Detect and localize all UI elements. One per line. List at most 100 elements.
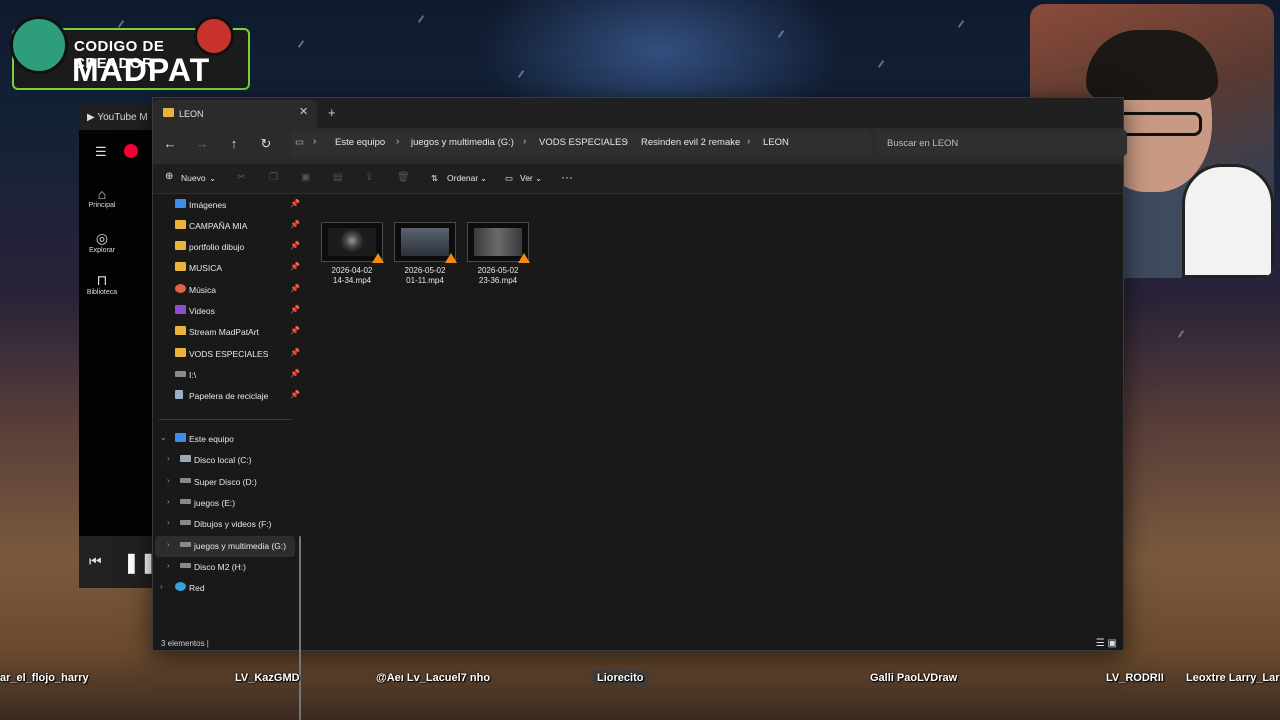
sidebar-item-drive-g[interactable]: › juegos y multimedia (G:) bbox=[155, 536, 295, 557]
sidebar-item-portfolio-dibujo[interactable]: portfolio dibujo 📌 bbox=[159, 237, 305, 258]
sidebar-item-drive-h[interactable]: › Disco M2 (H:) bbox=[153, 557, 299, 578]
sidebar-item-drive-c[interactable]: › Disco local (C:) bbox=[153, 450, 299, 471]
search-input[interactable]: Buscar en LEON bbox=[877, 130, 1127, 156]
cut-icon[interactable]: ✂ bbox=[237, 172, 245, 183]
sort-button[interactable]: Ordenar bbox=[447, 173, 478, 183]
background-particle bbox=[117, 20, 125, 28]
folder-icon bbox=[175, 241, 186, 250]
share-icon[interactable]: ⇪ bbox=[365, 172, 373, 183]
background-particle bbox=[777, 30, 785, 38]
plus-circle-icon: ⊕ bbox=[165, 171, 174, 182]
rename-icon[interactable]: ▤ bbox=[333, 172, 342, 183]
explorer-tab[interactable]: LEON bbox=[153, 100, 317, 128]
address-bar[interactable]: ▭ › Este equipo › juegos y multimedia (G… bbox=[291, 130, 871, 156]
sidebar-item-drive-i[interactable]: I:\ 📌 bbox=[159, 365, 305, 386]
breadcrumb-item[interactable]: Resinden evil 2 remake bbox=[641, 137, 740, 148]
view-toggle: ☰ ▣ bbox=[1096, 638, 1117, 649]
sidebar-item-label: Este equipo bbox=[189, 434, 234, 444]
hamburger-menu-icon[interactable]: ☰ bbox=[95, 144, 107, 160]
pin-icon: 📌 bbox=[290, 369, 300, 378]
copy-icon[interactable]: ❐ bbox=[269, 172, 278, 183]
sidebar-item-este-equipo[interactable]: ⌄ Este equipo bbox=[153, 429, 299, 450]
background-particle bbox=[1177, 330, 1185, 338]
back-arrow-icon[interactable]: ← bbox=[160, 136, 180, 151]
background-particle bbox=[517, 70, 525, 78]
sidebar-item-label: Papelera de reciclaje bbox=[189, 391, 269, 401]
sidebar-item-drive-d[interactable]: › Super Disco (D:) bbox=[153, 472, 299, 493]
background-particle bbox=[297, 40, 305, 48]
chevron-right-icon: › bbox=[523, 136, 527, 147]
sidebar-item-drive-e[interactable]: › juegos (E:) bbox=[153, 493, 299, 514]
paste-icon[interactable]: ▣ bbox=[301, 172, 310, 183]
nav-principal[interactable]: ⌂ Principal bbox=[79, 186, 125, 209]
pin-icon: 📌 bbox=[290, 390, 300, 399]
chevron-right-icon: › bbox=[747, 136, 751, 147]
new-tab-icon[interactable]: + bbox=[328, 105, 336, 120]
details-view-icon[interactable]: ☰ bbox=[1096, 638, 1105, 649]
chevron-right-icon: › bbox=[167, 476, 170, 485]
chevron-right-icon: › bbox=[167, 497, 170, 506]
video-thumbnail bbox=[467, 222, 530, 263]
music-icon bbox=[175, 284, 186, 293]
nav-explorar[interactable]: ◎ Explorar bbox=[79, 230, 125, 254]
status-bar: 3 elementos | ☰ ▣ bbox=[153, 636, 1123, 652]
sidebar-scrollbar[interactable] bbox=[299, 536, 301, 720]
file-item[interactable]: 2026-04-02 14-34.mp4 bbox=[319, 222, 385, 286]
nav-label: Principal bbox=[88, 202, 116, 209]
sidebar-item-videos[interactable]: Videos 📌 bbox=[159, 301, 305, 322]
folder-icon bbox=[175, 220, 186, 229]
sidebar-item-red[interactable]: › Red bbox=[153, 578, 299, 599]
pin-icon: 📌 bbox=[290, 284, 300, 293]
tiles-view-icon[interactable]: ▣ bbox=[1108, 638, 1117, 649]
pin-icon: 📌 bbox=[290, 262, 300, 271]
background-particle bbox=[957, 20, 965, 28]
drive-icon bbox=[180, 499, 191, 504]
breadcrumb-item[interactable]: LEON bbox=[763, 137, 789, 148]
compass-icon: ◎ bbox=[95, 230, 109, 246]
sidebar-item-drive-f[interactable]: › Dibujos y videos (F:) bbox=[153, 514, 299, 535]
sidebar-item-recycle-bin[interactable]: Papelera de reciclaje 📌 bbox=[159, 386, 305, 407]
mascot-face-green bbox=[10, 16, 68, 74]
tab-title: LEON bbox=[179, 109, 204, 119]
vlc-icon bbox=[518, 253, 530, 263]
sidebar-item-musica-folder[interactable]: MUSICA 📌 bbox=[159, 258, 305, 279]
pin-icon: 📌 bbox=[290, 241, 300, 250]
folder-icon bbox=[175, 348, 186, 357]
more-options-icon[interactable]: ··· bbox=[561, 170, 573, 184]
close-tab-icon[interactable]: ✕ bbox=[299, 105, 308, 118]
file-item[interactable]: 2026-05-02 01-11.mp4 bbox=[392, 222, 458, 286]
chevron-down-icon: ⌄ bbox=[160, 433, 167, 442]
file-name: 23-36.mp4 bbox=[478, 276, 518, 285]
recycle-bin-icon bbox=[175, 390, 183, 399]
nav-biblioteca[interactable]: ⊓ Biblioteca bbox=[79, 272, 125, 296]
sidebar-item-label: Música bbox=[189, 285, 216, 295]
ytm-tab[interactable]: ▶ YouTube M bbox=[79, 104, 159, 130]
sidebar-item-label: Stream MadPatArt bbox=[189, 327, 259, 337]
sidebar-item-stream-madpatart[interactable]: Stream MadPatArt 📌 bbox=[159, 322, 305, 343]
view-button[interactable]: Ver bbox=[520, 173, 533, 183]
sidebar-item-campana-mia[interactable]: CAMPAÑA MIA 📌 bbox=[159, 216, 305, 237]
pin-icon: 📌 bbox=[290, 305, 300, 314]
new-button[interactable]: Nuevo bbox=[181, 173, 206, 183]
bookmark-icon: ⊓ bbox=[96, 272, 108, 288]
breadcrumb-item[interactable]: VODS ESPECIALES bbox=[539, 137, 628, 148]
sidebar-item-label: VODS ESPECIALES bbox=[189, 349, 269, 359]
breadcrumb-item[interactable]: Este equipo bbox=[335, 137, 385, 148]
refresh-icon[interactable]: ↻ bbox=[256, 136, 276, 152]
sidebar-item-label: Super Disco (D:) bbox=[194, 477, 257, 487]
forward-arrow-icon[interactable]: → bbox=[192, 136, 212, 151]
delete-icon[interactable]: 🗑 bbox=[397, 172, 410, 183]
sidebar-item-label: MUSICA bbox=[189, 263, 223, 273]
up-arrow-icon[interactable]: ↑ bbox=[224, 136, 244, 151]
play-circle-icon: ▶ bbox=[87, 112, 95, 123]
sidebar-item-label: Disco local (C:) bbox=[194, 455, 252, 465]
breadcrumb-item[interactable]: juegos y multimedia (G:) bbox=[411, 137, 514, 148]
sidebar-item-vods-especiales[interactable]: VODS ESPECIALES 📌 bbox=[159, 344, 305, 365]
sidebar-item-musica[interactable]: Música 📌 bbox=[159, 280, 305, 301]
monitor-icon: ▭ bbox=[295, 137, 304, 148]
sidebar-item-imagenes[interactable]: Imágenes 📌 bbox=[159, 195, 305, 216]
previous-track-icon[interactable]: ⏮ bbox=[89, 553, 102, 570]
sort-icon: ⇅ bbox=[431, 173, 439, 183]
file-item[interactable]: 2026-05-02 23-36.mp4 bbox=[465, 222, 531, 286]
vlc-icon bbox=[372, 253, 384, 263]
